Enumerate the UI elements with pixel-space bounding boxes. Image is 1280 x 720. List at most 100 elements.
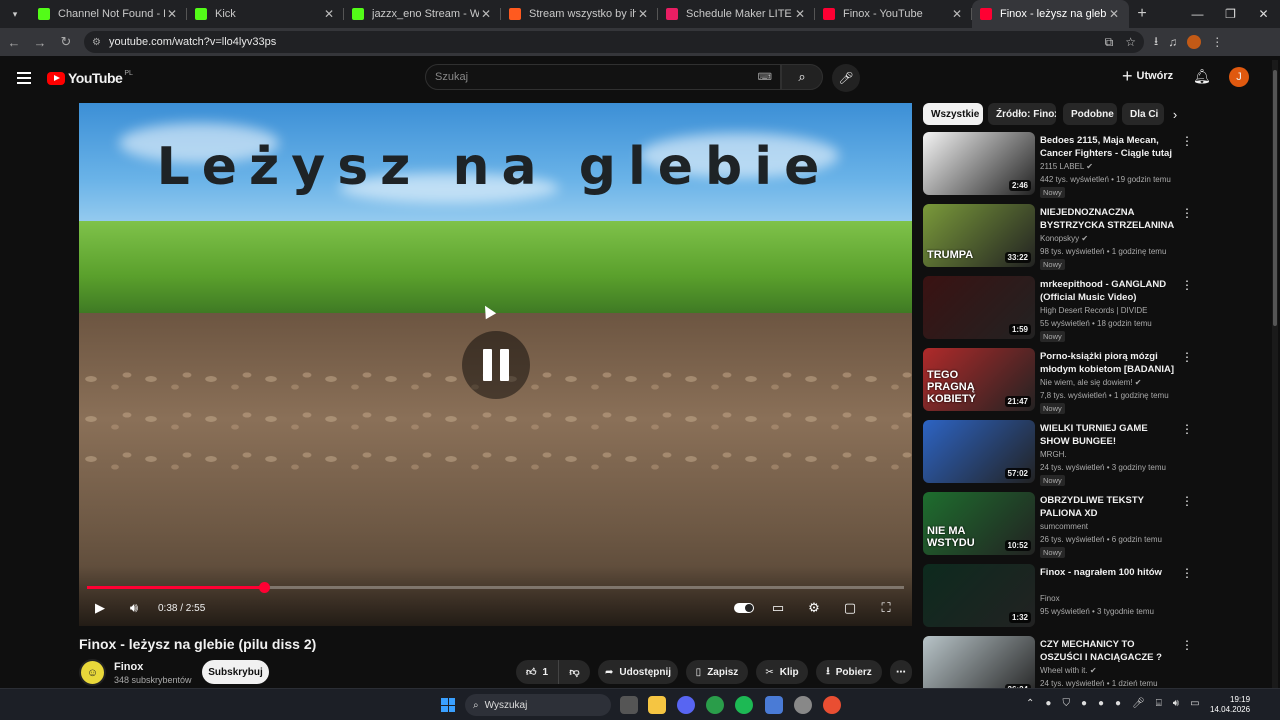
browser-tab[interactable]: Finox - YouTube ✕ (815, 0, 972, 28)
theater-mode-icon[interactable]: ▢ (838, 600, 862, 616)
media-icon[interactable]: ♫ (1168, 35, 1177, 49)
chrome-active-icon[interactable] (823, 696, 841, 714)
filter-chip[interactable]: Dla Ci (1122, 103, 1164, 125)
settings-gear-icon[interactable]: ⚙ (802, 600, 826, 616)
video-title[interactable]: WIELKI TURNIEJ GAME SHOW BUNGEE! (1040, 422, 1175, 448)
windows-start-icon[interactable] (441, 698, 455, 712)
channel-name[interactable]: Wheel with it. ✔ (1040, 666, 1097, 675)
recommended-video[interactable]: TEGO PRAGNĄ KOBIETY 21:47 Porno-książki pi… (923, 348, 1193, 414)
video-title[interactable]: OBRZYDLIWE TEKSTY PALIONA XD (1040, 494, 1175, 520)
tab-close-icon[interactable]: ✕ (636, 7, 650, 21)
video-title[interactable]: CZY MECHANICY TO OSZUŚCI I NACIĄGACZE ? (1040, 638, 1175, 664)
notifications-bell-icon[interactable]: 🔔︎ (1193, 68, 1211, 85)
dislike-button[interactable]: 👎︎ (558, 660, 590, 684)
tray-app-icon[interactable]: ● (1098, 698, 1104, 709)
notepad-icon[interactable] (765, 696, 783, 714)
maximize-icon[interactable]: ❐ (1214, 7, 1247, 21)
chrome-icon[interactable] (706, 696, 724, 714)
bookmark-star-icon[interactable]: ☆ (1125, 35, 1136, 50)
page-scrollbar[interactable] (1272, 60, 1278, 688)
subscribe-button[interactable]: Subskrybuj (202, 660, 269, 684)
downloads-icon[interactable]: ⭳ (1154, 32, 1158, 53)
video-thumbnail[interactable]: TEGO PRAGNĄ KOBIETY 21:47 (923, 348, 1035, 411)
video-title[interactable]: mrkeepithood - GANGLAND (Official Music … (1040, 278, 1175, 304)
filter-chip[interactable]: Podobne (1063, 103, 1117, 125)
browser-profile-icon[interactable] (1187, 35, 1202, 49)
new-tab-button[interactable]: + (1129, 5, 1155, 23)
voice-search-button[interactable]: 🎤︎ (832, 64, 860, 92)
search-button[interactable]: ⌕ (781, 64, 823, 90)
channel-name[interactable]: 2115 LABEL ✔ (1040, 162, 1093, 171)
center-pause-button[interactable] (462, 331, 530, 399)
taskbar-search[interactable]: ⌕ Wyszukaj (465, 694, 611, 716)
progress-bar[interactable] (87, 582, 904, 593)
tray-mic-icon[interactable]: 🎤︎ (1132, 698, 1145, 709)
minimize-icon[interactable]: — (1181, 7, 1214, 21)
reload-icon[interactable]: ↻ (54, 34, 78, 50)
filter-chip[interactable]: Źródło: Finox (988, 103, 1056, 125)
clip-button[interactable]: ✂ Klip (756, 660, 808, 684)
channel-name[interactable]: High Desert Records | DIVIDE (1040, 306, 1147, 315)
video-thumbnail[interactable]: 2:46 (923, 132, 1035, 195)
browser-tab[interactable]: Schedule Maker LITE | Nowy Tu✕ (658, 0, 815, 28)
keyboard-icon[interactable]: ⌨ (758, 72, 772, 83)
search-input[interactable]: Szukaj ⌨ (425, 64, 781, 90)
steam-icon[interactable] (794, 696, 812, 714)
address-bar[interactable]: ⚙ youtube.com/watch?v=llo4lyv33ps ⧉ ☆ (84, 31, 1144, 53)
more-vertical-icon[interactable]: ⋮ (1181, 206, 1193, 220)
tray-chevron-icon[interactable]: ⌃ (1026, 698, 1034, 709)
channel-name[interactable]: Konopskyy ✔ (1040, 234, 1088, 243)
tab-close-icon[interactable]: ✕ (165, 7, 179, 21)
create-button[interactable]: + Utwórz (1122, 67, 1173, 85)
menu-icon[interactable] (17, 72, 31, 84)
video-thumbnail[interactable]: 1:59 (923, 276, 1035, 339)
browser-tab[interactable]: Kick ✕ (187, 0, 344, 28)
more-vertical-icon[interactable]: ⋮ (1181, 278, 1193, 292)
forward-icon[interactable]: → (28, 35, 52, 50)
more-vertical-icon[interactable]: ⋮ (1181, 494, 1193, 508)
more-vertical-icon[interactable]: ⋮ (1181, 422, 1193, 436)
tab-close-icon[interactable]: ✕ (793, 7, 807, 21)
channel-name[interactable]: Nie wiem, ale się dowiem! ✔ (1040, 378, 1141, 387)
browser-tab[interactable]: Channel Not Found - Kick Strea✕ (30, 0, 187, 28)
task-view-icon[interactable] (620, 696, 638, 714)
more-vertical-icon[interactable]: ⋮ (1181, 350, 1193, 364)
video-title[interactable]: NIEJEDNOZNACZNA BYSTRZYCKA STRZELANINA .… (1040, 206, 1175, 232)
play-icon[interactable]: ▶ (88, 600, 112, 616)
video-thumbnail[interactable]: TRUMPA 33:22 (923, 204, 1035, 267)
tray-spotify-icon[interactable]: ● (1115, 698, 1121, 709)
close-window-icon[interactable]: ✕ (1247, 7, 1280, 21)
filter-chip[interactable]: Wszystkie (923, 103, 983, 125)
account-avatar[interactable]: J (1229, 67, 1249, 87)
site-info-icon[interactable]: ⚙ (92, 37, 101, 48)
taskbar-clock[interactable]: 19:19 14.04.2026 (1210, 695, 1250, 715)
browser-tab[interactable]: Finox - leżysz na glebie (pilu✕ (972, 0, 1129, 28)
channel-name[interactable]: sumcomment (1040, 522, 1088, 531)
more-vertical-icon[interactable]: ⋮ (1181, 566, 1193, 580)
like-button[interactable]: 👍︎ 1 (516, 660, 558, 684)
download-button[interactable]: ⭳ Pobierz (816, 660, 882, 684)
tray-shield-icon[interactable]: ⛉ (1062, 698, 1070, 709)
tab-search-chevron-icon[interactable]: ▾ (4, 3, 26, 25)
youtube-logo[interactable]: YouTube PL (47, 70, 133, 86)
tab-close-icon[interactable]: ✕ (479, 7, 493, 21)
recommended-video[interactable]: NIE MA WSTYDU 10:52 OBRZYDLIWE TEKSTY PALI… (923, 492, 1193, 558)
discord-icon[interactable] (677, 696, 695, 714)
recommended-video[interactable]: 1:59 mrkeepithood - GANGLAND (Official Mu… (923, 276, 1193, 342)
fullscreen-icon[interactable]: ⛶ (874, 600, 898, 616)
tab-close-icon[interactable]: ✕ (950, 7, 964, 21)
more-vertical-icon[interactable]: ⋮ (1181, 638, 1193, 652)
battery-icon[interactable]: ▭ (1190, 698, 1199, 709)
video-thumbnail[interactable]: 57:02 (923, 420, 1035, 483)
cast-icon[interactable]: ⧉ (1105, 35, 1114, 50)
recommended-video[interactable]: TRUMPA 33:22 NIEJEDNOZNACZNA BYSTRZYCKA ST… (923, 204, 1193, 270)
more-actions-button[interactable]: ⋯ (890, 660, 912, 684)
recommended-video[interactable]: 2:46 Bedoes 2115, Maja Mecan, Cancer Figh… (923, 132, 1193, 198)
browser-tab[interactable]: Stream wszystko by ihatelysiun✕ (501, 0, 658, 28)
video-player[interactable]: Leżysz na glebie ▶ 🔊︎ 0:38 / 2:55 ▭ ⚙ ▢ … (79, 103, 912, 626)
recommended-video[interactable]: 1:32 Finox - nagrałem 100 hitów Finox 95 wy… (923, 564, 1193, 630)
speaker-icon[interactable]: 🔊︎ (1173, 698, 1179, 709)
network-icon[interactable]: ⌸ (1156, 698, 1162, 709)
volume-icon[interactable]: 🔊︎ (122, 600, 146, 616)
autoplay-toggle[interactable] (734, 603, 754, 613)
